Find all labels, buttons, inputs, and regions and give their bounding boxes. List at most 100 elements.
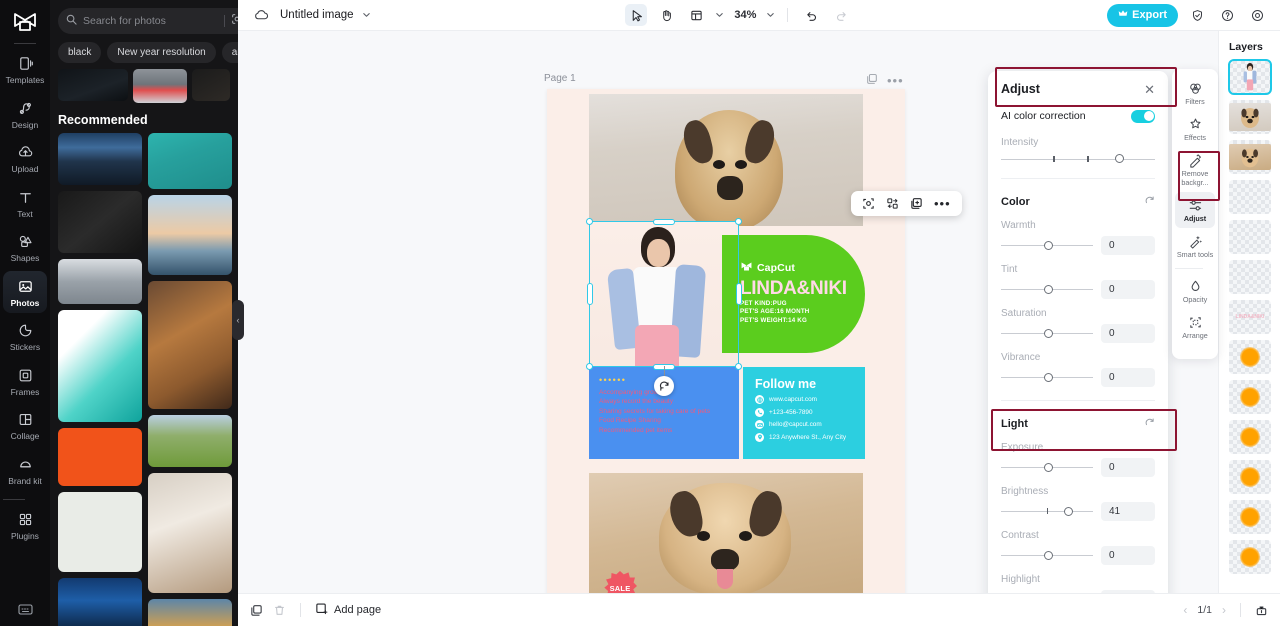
shield-icon[interactable] <box>1186 4 1208 26</box>
exposure-value[interactable]: 0 <box>1101 458 1155 477</box>
zoom-level[interactable]: 34% <box>732 9 758 21</box>
sidebar-item-upload[interactable]: Upload <box>3 137 47 180</box>
tool-filters[interactable]: Filters <box>1175 75 1215 111</box>
tool-effects[interactable]: Effects <box>1175 111 1215 147</box>
tool-smart-tools[interactable]: Smart tools <box>1175 228 1215 264</box>
layer-model[interactable] <box>1228 59 1272 95</box>
sidebar-item-collage[interactable]: Collage <box>3 404 47 447</box>
add-page-button[interactable]: Add page <box>315 602 381 618</box>
brightness-value[interactable]: 41 <box>1101 502 1155 521</box>
sidebar-item-frames[interactable]: Frames <box>3 360 47 403</box>
sidebar-item-text[interactable]: Text <box>3 182 47 225</box>
layer-dog-sofa[interactable] <box>1229 100 1271 134</box>
saturation-value[interactable]: 0 <box>1101 324 1155 343</box>
ai-color-correction-row[interactable]: AI color correction <box>1001 104 1155 128</box>
layer-text-lindaniki[interactable]: LINDA&NIKI <box>1229 300 1271 334</box>
layer-sun-1[interactable] <box>1229 340 1271 374</box>
undo-icon[interactable] <box>800 4 822 26</box>
vibrance-value[interactable]: 0 <box>1101 368 1155 387</box>
sidebar-item-shapes[interactable]: Shapes <box>3 226 47 269</box>
photo-thumb-orange[interactable] <box>58 428 142 486</box>
artboard[interactable]: CapCut LINDA&NIKI PET KIND:PUG PET'S AGE:… <box>547 89 905 593</box>
search-input[interactable] <box>83 15 218 27</box>
dog-photo-bottom[interactable]: SALE <box>589 473 863 593</box>
more-icon[interactable]: ••• <box>934 197 951 210</box>
layer-sun-4[interactable] <box>1229 460 1271 494</box>
layout-grid-icon[interactable] <box>685 4 707 26</box>
keyboard-shortcuts-button[interactable] <box>0 603 50 616</box>
sidebar-item-stickers[interactable]: Stickers <box>3 315 47 358</box>
zoom-chevron-down-icon[interactable] <box>766 6 775 24</box>
layer-empty-2[interactable] <box>1229 220 1271 254</box>
photo-thumb-paper-texture[interactable] <box>58 492 142 572</box>
slider-knob[interactable] <box>1044 240 1054 250</box>
duplicate-icon[interactable] <box>250 604 263 617</box>
panel-collapse-handle[interactable]: ‹ <box>232 300 244 340</box>
warmth-value[interactable]: 0 <box>1101 236 1155 255</box>
more-options-icon[interactable]: ••• <box>887 74 904 87</box>
hand-pan-icon[interactable] <box>655 4 677 26</box>
saturation-slider[interactable] <box>1001 328 1093 340</box>
tidy-up-icon[interactable] <box>1255 604 1268 617</box>
sidebar-item-brand-kit[interactable]: Brand kit <box>3 449 47 492</box>
sidebar-item-photos[interactable]: Photos <box>3 270 47 313</box>
tool-remove-backgr[interactable]: Remove backgr... <box>1175 147 1215 191</box>
search-chip[interactable]: New year resolution <box>107 42 216 63</box>
green-info-blob[interactable]: CapCut LINDA&NIKI PET KIND:PUG PET'S AGE:… <box>722 235 865 353</box>
photo-thumb-boat-sea[interactable] <box>148 133 232 189</box>
delete-trash-icon[interactable] <box>273 604 286 617</box>
capcut-logo[interactable] <box>10 9 40 35</box>
replace-icon[interactable] <box>886 197 899 210</box>
layer-dog-closeup[interactable] <box>1229 140 1271 174</box>
tint-slider[interactable] <box>1001 284 1093 296</box>
photo-thumb-meat-plate[interactable] <box>148 473 232 593</box>
chevron-left-icon[interactable]: ‹ <box>1183 603 1187 617</box>
warmth-slider[interactable] <box>1001 240 1093 252</box>
export-button[interactable]: Export <box>1107 3 1179 27</box>
help-circle-icon[interactable] <box>1216 4 1238 26</box>
tint-value[interactable]: 0 <box>1101 280 1155 299</box>
exposure-slider[interactable] <box>1001 462 1093 474</box>
ai-color-correction-toggle[interactable] <box>1131 109 1155 123</box>
chevron-down-icon[interactable] <box>362 6 371 24</box>
sidebar-item-plugins[interactable]: Plugins <box>3 504 47 547</box>
add-layer-icon[interactable] <box>910 197 923 210</box>
slider-knob[interactable] <box>1044 328 1054 338</box>
photo-thumb-teal-abstract[interactable] <box>58 310 142 422</box>
photo-thumb-city-night[interactable] <box>58 133 142 185</box>
slider-knob[interactable] <box>1044 550 1054 560</box>
photo-thumb-korean-food[interactable] <box>148 281 232 409</box>
tool-arrange[interactable]: Arrange <box>1175 309 1215 345</box>
slider-knob[interactable] <box>1044 372 1054 382</box>
layer-empty-1[interactable] <box>1229 180 1271 214</box>
layer-sun-5[interactable] <box>1229 500 1271 534</box>
photo-thumb[interactable] <box>133 69 188 103</box>
sidebar-item-templates[interactable]: Templates <box>3 48 47 91</box>
vibrance-slider[interactable] <box>1001 372 1093 384</box>
follow-me-card[interactable]: Follow me www.capcut.com +123-456-7890 hel… <box>743 367 865 459</box>
highlight-value[interactable]: 0 <box>1101 590 1155 593</box>
intensity-slider[interactable] <box>1001 153 1155 165</box>
crop-icon[interactable] <box>862 197 875 210</box>
settings-gear-icon[interactable] <box>1246 4 1268 26</box>
close-icon[interactable]: ✕ <box>1144 83 1155 96</box>
photo-thumb-dark-board[interactable] <box>58 191 142 253</box>
search-chip[interactable]: anim <box>221 42 238 63</box>
reset-icon[interactable] <box>1144 415 1155 433</box>
photo-thumb-blue-city[interactable] <box>58 578 142 626</box>
canvas-area[interactable]: Page 1 ••• CapCut LINDA&NIKI PET KIND:PU… <box>238 31 1280 593</box>
slider-knob[interactable] <box>1114 154 1124 163</box>
search-chip[interactable]: black <box>58 42 102 63</box>
sidebar-item-design[interactable]: Design <box>3 93 47 136</box>
layer-empty-3[interactable] <box>1229 260 1271 294</box>
photo-thumb-green-field[interactable] <box>148 415 232 467</box>
blue-text-card[interactable]: •••••• Accompanying growth Always record … <box>589 367 739 459</box>
chevron-right-icon[interactable]: › <box>1222 603 1226 617</box>
contrast-slider[interactable] <box>1001 550 1093 562</box>
photo-thumb-glassware[interactable] <box>58 259 142 304</box>
slider-knob[interactable] <box>1044 284 1054 294</box>
photo-thumb[interactable] <box>58 69 129 101</box>
contrast-value[interactable]: 0 <box>1101 546 1155 565</box>
document-title[interactable]: Untitled image <box>280 9 354 21</box>
photo-thumb-bridge-night[interactable] <box>148 599 232 626</box>
